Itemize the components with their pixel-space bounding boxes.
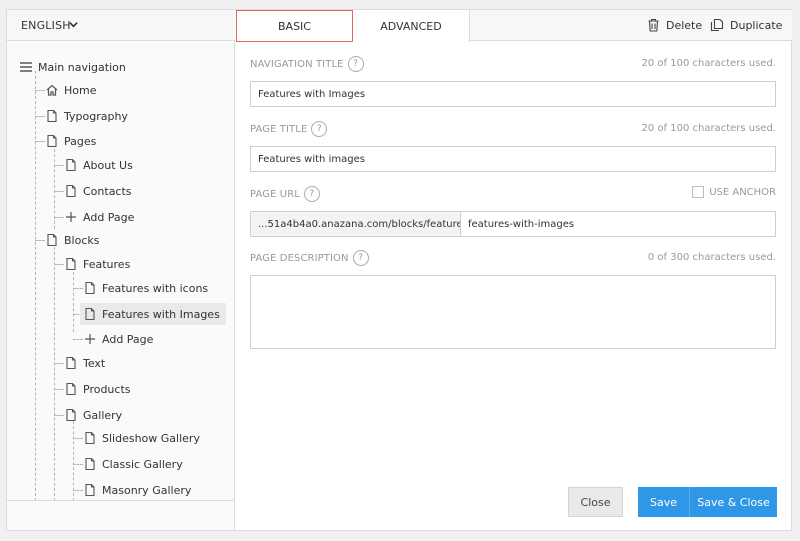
tree-item-label: Gallery <box>83 408 123 422</box>
page-url-label-text: PAGE URL <box>250 188 300 200</box>
tree-item-products[interactable]: Products <box>64 378 131 400</box>
tree-item-features[interactable]: Features <box>64 253 130 275</box>
tree-item-label: Classic Gallery <box>102 457 183 471</box>
tree-item-label: Slideshow Gallery <box>102 431 200 445</box>
document-icon <box>66 356 76 370</box>
tree-item-about-us[interactable]: About Us <box>64 154 133 176</box>
use-anchor-checkbox[interactable]: USE ANCHOR <box>692 186 776 198</box>
page-settings-panel: BASIC ADVANCED Delete Duplicate NAVIGATI… <box>236 10 792 530</box>
language-label: ENGLISH <box>21 19 71 32</box>
save-button[interactable]: Save <box>638 487 690 517</box>
tree-item-features-with-images[interactable]: Features with Images <box>80 303 226 325</box>
tree-item-contacts[interactable]: Contacts <box>64 180 132 202</box>
tree-item-label: Features <box>83 257 131 271</box>
tab-advanced[interactable]: ADVANCED <box>353 10 470 42</box>
tree-item-gallery[interactable]: Gallery <box>64 404 122 426</box>
page-description-label-text: PAGE DESCRIPTION <box>250 252 349 264</box>
document-icon <box>66 382 76 396</box>
tree-item-blocks[interactable]: Blocks <box>45 229 99 251</box>
tree-item-label: Contacts <box>83 184 132 198</box>
tree-item-pages[interactable]: Pages <box>45 130 96 152</box>
tree-item-label: About Us <box>83 158 133 172</box>
hamburger-menu-icon <box>20 62 32 72</box>
language-selector[interactable]: ENGLISH <box>7 10 235 41</box>
tree-item-masonry-gallery[interactable]: Masonry Gallery <box>83 479 191 501</box>
tree-item-label: Masonry Gallery <box>102 483 192 497</box>
navigation-title-input[interactable]: Features with Images <box>250 81 776 107</box>
add-page-button[interactable]: Add Page <box>64 206 134 228</box>
document-icon <box>66 184 76 198</box>
page-description-textarea[interactable] <box>250 275 776 349</box>
navigation-tree: Main navigation Home Typography Pages Ab… <box>7 41 235 501</box>
document-icon <box>85 431 95 445</box>
chevron-down-icon <box>69 22 78 28</box>
tree-item-features-with-icons[interactable]: Features with icons <box>83 277 208 299</box>
home-icon <box>46 84 58 96</box>
help-icon[interactable]: ? <box>303 186 320 202</box>
page-title-input[interactable]: Features with images <box>250 146 776 172</box>
tree-item-slideshow-gallery[interactable]: Slideshow Gallery <box>83 427 200 449</box>
delete-button[interactable]: Delete <box>647 18 702 32</box>
tab-bar: BASIC ADVANCED Delete Duplicate <box>236 10 792 42</box>
help-icon[interactable]: ? <box>352 250 369 266</box>
page-description-label: PAGE DESCRIPTION ? <box>250 250 369 266</box>
tree-item-text[interactable]: Text <box>64 352 105 374</box>
trash-icon <box>648 18 659 32</box>
navigation-panel: ENGLISH Main navigation Home Typography … <box>7 10 235 530</box>
navigation-title-label-text: NAVIGATION TITLE <box>250 58 344 70</box>
tree-root-label: Main navigation <box>38 60 126 74</box>
document-icon <box>66 408 76 422</box>
page-url-label: PAGE URL ? <box>250 186 320 202</box>
save-and-close-button[interactable]: Save & Close <box>690 487 777 517</box>
document-icon <box>47 109 57 123</box>
tree-item-label: Features with Images <box>102 307 220 321</box>
duplicate-icon <box>710 18 724 32</box>
tree-item-typography[interactable]: Typography <box>45 105 128 127</box>
tree-item-label: Features with icons <box>102 281 209 295</box>
document-icon <box>85 457 95 471</box>
delete-label: Delete <box>666 18 703 32</box>
tree-item-home[interactable]: Home <box>45 79 96 101</box>
add-page-label: Add Page <box>83 210 135 224</box>
tree-item-label: Products <box>83 382 131 396</box>
document-icon <box>85 483 95 497</box>
use-anchor-label: USE ANCHOR <box>709 186 776 198</box>
page-description-counter: 0 of 300 characters used. <box>647 252 776 263</box>
document-icon <box>85 307 95 321</box>
tree-item-label: Pages <box>64 134 97 148</box>
help-icon[interactable]: ? <box>347 56 364 72</box>
plus-icon <box>66 212 76 222</box>
page-editor-window: ENGLISH Main navigation Home Typography … <box>6 9 792 531</box>
page-title-label-text: PAGE TITLE <box>250 123 308 135</box>
tree-root[interactable]: Main navigation <box>19 56 126 78</box>
duplicate-label: Duplicate <box>730 18 783 32</box>
page-title-label: PAGE TITLE ? <box>250 121 328 137</box>
close-button[interactable]: Close <box>568 487 623 517</box>
document-icon <box>47 233 57 247</box>
tree-item-label: Home <box>64 83 97 97</box>
add-page-button[interactable]: Add Page <box>83 328 153 350</box>
checkbox[interactable] <box>692 186 705 198</box>
tab-basic[interactable]: BASIC <box>236 10 353 42</box>
help-icon[interactable]: ? <box>311 121 328 137</box>
document-icon <box>85 281 95 295</box>
navigation-title-counter: 20 of 100 characters used. <box>641 58 777 69</box>
document-icon <box>66 257 76 271</box>
navigation-title-label: NAVIGATION TITLE ? <box>250 56 364 72</box>
duplicate-button[interactable]: Duplicate <box>710 18 782 32</box>
tree-item-classic-gallery[interactable]: Classic Gallery <box>83 453 183 475</box>
page-title-counter: 20 of 100 characters used. <box>641 123 777 134</box>
tree-item-label: Typography <box>64 109 128 123</box>
tree-item-label: Text <box>83 356 106 370</box>
plus-icon <box>85 334 95 344</box>
page-url-input[interactable]: features-with-images <box>460 211 776 237</box>
divider <box>7 500 235 501</box>
page-url-prefix: ...51a4b4a0.anazana.com/blocks/features/ <box>250 211 461 237</box>
add-page-label: Add Page <box>102 332 154 346</box>
document-icon <box>66 158 76 172</box>
tree-item-label: Blocks <box>64 233 100 247</box>
document-icon <box>47 134 57 148</box>
